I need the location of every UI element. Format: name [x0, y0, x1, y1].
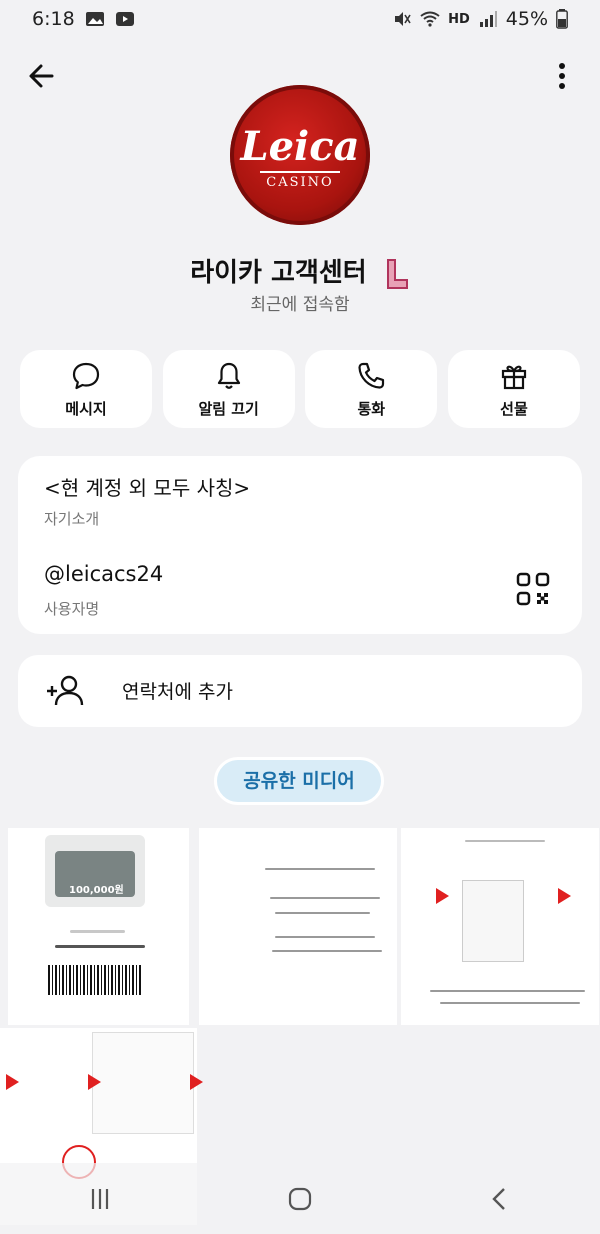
profile-info-card: <현 계정 외 모두 사칭> 자기소개 @leicacs24 사용자명 [18, 456, 582, 634]
red-arrow-icon [88, 1074, 101, 1090]
qr-code-icon[interactable] [516, 572, 550, 606]
gift-icon [501, 365, 527, 389]
profile-last-seen: 최근에 접속함 [250, 295, 350, 315]
thumbnail-text-line [70, 930, 125, 933]
thumbnail-text-line [265, 868, 375, 870]
bio-label: 자기소개 [44, 510, 100, 528]
thumbnail-text-line [465, 840, 545, 842]
add-person-icon [47, 675, 84, 706]
username-text[interactable]: @leicacs24 [44, 562, 163, 586]
gift-button[interactable]: 선물 [447, 350, 580, 428]
status-time: 6:18 [32, 8, 75, 30]
home-button[interactable] [270, 1169, 330, 1229]
battery-icon [556, 9, 568, 29]
avatar-logo-subtext: CASINO [266, 175, 334, 190]
thumbnail-text-line [272, 950, 382, 952]
gallery-notification-icon [85, 12, 104, 26]
letter-l-badge-icon [386, 258, 408, 289]
status-bar: 6:18 HD 45% [0, 0, 600, 38]
call-button[interactable]: 통화 [305, 350, 438, 428]
red-arrow-icon [436, 888, 449, 904]
system-navigation-bar [0, 1163, 600, 1234]
thumbnail-text-line [440, 1002, 580, 1004]
home-icon [288, 1187, 312, 1210]
thumbnail-text-line [275, 912, 370, 914]
red-arrow-icon [190, 1074, 203, 1090]
avatar-logo-text: Leica [240, 123, 360, 170]
red-arrow-icon [6, 1074, 19, 1090]
profile-name: 라이카 고객센터 [190, 258, 367, 288]
back-arrow-icon[interactable] [24, 58, 60, 94]
status-left: 6:18 [32, 8, 135, 30]
battery-percent: 45% [505, 8, 548, 30]
bell-icon [217, 362, 240, 389]
profile-name-row: 라이카 고객센터 [0, 252, 600, 291]
call-button-label: 통화 [357, 399, 386, 418]
phone-screen-preview [462, 880, 524, 962]
status-right: HD 45% [392, 8, 568, 30]
barcode-image [48, 965, 143, 995]
thumbnail-text-line [55, 945, 145, 948]
chat-bubble-icon [72, 362, 100, 389]
youtube-notification-icon [115, 12, 134, 26]
thumbnail-text-line [275, 936, 375, 938]
thumbnail-text-line [270, 897, 380, 899]
gift-card-front: 100,000원 [55, 851, 135, 897]
message-button[interactable]: 메시지 [20, 350, 152, 428]
gift-card-amount: 100,000원 [69, 885, 124, 896]
back-button[interactable] [470, 1169, 530, 1229]
recent-apps-button[interactable] [70, 1169, 130, 1229]
profile-avatar[interactable]: Leica CASINO [230, 85, 370, 225]
chevron-left-icon [492, 1187, 505, 1210]
username-label: 사용자명 [44, 600, 100, 618]
mute-notifications-label: 알림 끄기 [198, 399, 259, 418]
app-list-preview [92, 1032, 194, 1134]
gift-button-label: 선물 [500, 399, 528, 418]
mute-notifications-button[interactable]: 알림 끄기 [162, 350, 295, 428]
signal-icon [479, 11, 497, 27]
thumbnail-text-line [430, 990, 585, 992]
add-to-contacts-button[interactable]: 연락처에 추가 [18, 655, 582, 727]
bio-text: <현 계정 외 모두 사칭> [44, 476, 251, 500]
more-options-icon[interactable] [552, 58, 572, 94]
shared-media-tab[interactable]: 공유한 미디어 [214, 757, 384, 805]
red-arrow-icon [558, 888, 571, 904]
message-button-label: 메시지 [65, 399, 107, 418]
wifi-icon [420, 11, 440, 27]
add-to-contacts-label: 연락처에 추가 [122, 681, 233, 703]
recent-apps-icon [91, 1188, 109, 1209]
gift-card-image: 100,000원 [45, 835, 145, 907]
action-buttons-row: 메시지 알림 끄기 통화 선물 [20, 350, 580, 428]
avatar-logo-underline [260, 171, 340, 173]
mute-icon [395, 12, 411, 26]
phone-icon [358, 362, 385, 389]
hd-voice-label: HD [448, 11, 470, 27]
media-thumbnail[interactable] [199, 828, 397, 1025]
